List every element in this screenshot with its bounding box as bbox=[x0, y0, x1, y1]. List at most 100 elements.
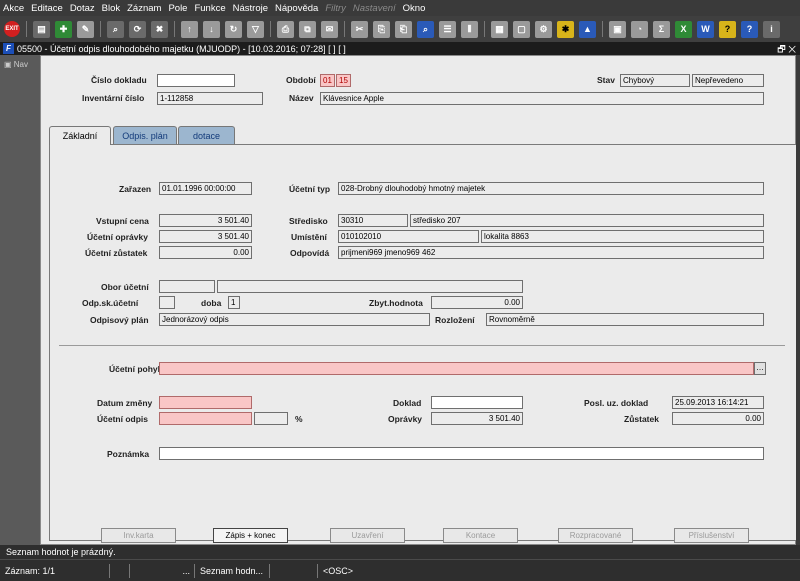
menu-funkce[interactable]: Funkce bbox=[194, 3, 225, 14]
ucetni-pohyb-lov-button[interactable]: … bbox=[754, 362, 766, 375]
ucetni-odpis-field[interactable] bbox=[159, 412, 252, 425]
copy-icon[interactable]: ⎘ bbox=[373, 20, 390, 38]
exit-icon[interactable]: EXIT bbox=[4, 21, 20, 37]
word-icon[interactable]: W bbox=[697, 20, 714, 38]
odpisovy-plan-label: Odpisový plán bbox=[90, 315, 149, 325]
save-icon[interactable]: ▤ bbox=[33, 20, 50, 38]
cut-icon[interactable]: ✂ bbox=[351, 20, 368, 38]
execute-query-icon[interactable]: ⟳ bbox=[129, 20, 146, 38]
context-help-icon[interactable]: ? bbox=[741, 20, 758, 38]
doba-field[interactable]: 1 bbox=[228, 296, 240, 309]
columns-icon[interactable]: ⫴ bbox=[461, 20, 478, 38]
datum-zmeny-field[interactable] bbox=[159, 396, 252, 409]
inventarni-cislo-field[interactable]: 1-112858 bbox=[157, 92, 263, 105]
vstupni-cena-field[interactable]: 3 501.40 bbox=[159, 214, 252, 227]
umisteni-name-field[interactable]: lokalita 8863 bbox=[481, 230, 764, 243]
attachment-icon[interactable]: ⧉ bbox=[299, 20, 316, 38]
sort-asc-icon[interactable]: ↑ bbox=[181, 20, 198, 38]
rozlozeni-label: Rozložení bbox=[435, 315, 475, 325]
obdobi-year-field[interactable]: 15 bbox=[336, 74, 351, 87]
stav-field-1[interactable]: Chybový bbox=[620, 74, 690, 87]
calculator-icon[interactable]: ◔ bbox=[631, 20, 648, 38]
stav-field-2[interactable]: Nepřevedeno bbox=[692, 74, 764, 87]
page-icon[interactable]: ▢ bbox=[513, 20, 530, 38]
mail-icon[interactable]: ✉ bbox=[321, 20, 338, 38]
ucetni-typ-field[interactable]: 028-Drobný dlouhodobý hmotný majetek bbox=[338, 182, 764, 195]
menu-pole[interactable]: Pole bbox=[168, 3, 187, 14]
refresh-icon[interactable]: ↻ bbox=[225, 20, 242, 38]
cislo-dokladu-field[interactable] bbox=[157, 74, 235, 87]
obor-ucetni-name-field[interactable] bbox=[217, 280, 523, 293]
posl-uz-doklad-field[interactable]: 25.09.2013 16:14:21 bbox=[672, 396, 764, 409]
nazev-label: Název bbox=[289, 93, 314, 103]
menu-okno[interactable]: Okno bbox=[403, 3, 426, 14]
tab-dotace[interactable]: dotace bbox=[178, 126, 235, 144]
uzavreni-button[interactable]: Uzavření bbox=[330, 528, 405, 543]
document-icon[interactable]: ▦ bbox=[491, 20, 508, 38]
warning-icon[interactable]: ▲ bbox=[579, 20, 596, 38]
tab-zakladni[interactable]: Základní bbox=[49, 126, 111, 145]
poznamka-field[interactable] bbox=[159, 447, 764, 460]
zarazen-label: Zařazen bbox=[119, 184, 152, 194]
menu-nastroje[interactable]: Nástroje bbox=[233, 3, 268, 14]
ucetni-opravky-field[interactable]: 3 501.40 bbox=[159, 230, 252, 243]
ucetni-odpis-percent-field[interactable] bbox=[254, 412, 288, 425]
poznamka-label: Poznámka bbox=[107, 449, 150, 459]
excel-icon[interactable]: X bbox=[675, 20, 692, 38]
query-icon[interactable]: ⌕ bbox=[107, 20, 124, 38]
settings-icon[interactable]: ⚙ bbox=[535, 20, 552, 38]
star-icon[interactable]: ✱ bbox=[557, 20, 574, 38]
tab-odpis-plan[interactable]: Odpis. plán bbox=[113, 126, 177, 144]
obor-ucetni-code-field[interactable] bbox=[159, 280, 215, 293]
cancel-query-icon[interactable]: ✖ bbox=[151, 20, 168, 38]
vertical-scrollbar[interactable] bbox=[796, 55, 800, 545]
menu-blok[interactable]: Blok bbox=[102, 3, 120, 14]
menu-akce[interactable]: Akce bbox=[3, 3, 24, 14]
calendar-icon[interactable]: ▣ bbox=[609, 20, 626, 38]
odpisovy-plan-field[interactable]: Jednorázový odpis bbox=[159, 313, 430, 326]
kontace-button[interactable]: Kontace bbox=[443, 528, 518, 543]
obdobi-month-field[interactable]: 01 bbox=[320, 74, 335, 87]
menu-dotaz[interactable]: Dotaz bbox=[70, 3, 95, 14]
umisteni-code-field[interactable]: 010102010 bbox=[338, 230, 479, 243]
nav-panel[interactable]: ▣ Nav bbox=[0, 55, 40, 545]
app-icon: F bbox=[3, 43, 14, 54]
stredisko-code-field[interactable]: 30310 bbox=[338, 214, 408, 227]
sum-icon[interactable]: Σ bbox=[653, 20, 670, 38]
menu-zaznam[interactable]: Záznam bbox=[127, 3, 161, 14]
zarazen-field[interactable]: 01.01.1996 00:00:00 bbox=[159, 182, 252, 195]
ucetni-zustatek-field[interactable]: 0.00 bbox=[159, 246, 252, 259]
inventarni-cislo-label: Inventární číslo bbox=[82, 93, 145, 103]
zapis-konec-button[interactable]: Zápis + konec bbox=[213, 528, 288, 543]
search-icon[interactable]: ⌕ bbox=[417, 20, 434, 38]
rozlozeni-field[interactable]: Rovnoměrně bbox=[486, 313, 764, 326]
menu-napoveda[interactable]: Nápověda bbox=[275, 3, 318, 14]
stredisko-name-field[interactable]: středisko 207 bbox=[410, 214, 764, 227]
status-mode: <OSC> bbox=[323, 565, 354, 576]
list-icon[interactable]: ☰ bbox=[439, 20, 456, 38]
delete-record-icon[interactable]: ✎ bbox=[77, 20, 94, 38]
posl-uz-doklad-label: Posl. uz. doklad bbox=[584, 398, 649, 408]
menu-editace[interactable]: Editace bbox=[31, 3, 63, 14]
odpovida-field[interactable]: prijmeni969 jmeno969 462 bbox=[338, 246, 764, 259]
print-icon[interactable]: ⎙ bbox=[277, 20, 294, 38]
odpovida-label: Odpovídá bbox=[290, 248, 330, 258]
insert-record-icon[interactable]: ✚ bbox=[55, 20, 72, 38]
toolbar-separator bbox=[344, 21, 345, 37]
prislusenstvi-button[interactable]: Příslušenství bbox=[674, 528, 749, 543]
sort-desc-icon[interactable]: ↓ bbox=[203, 20, 220, 38]
paste-icon[interactable]: ⎗ bbox=[395, 20, 412, 38]
info-icon[interactable]: i bbox=[763, 20, 780, 38]
opravky-field[interactable]: 3 501.40 bbox=[431, 412, 523, 425]
rozpracovane-button[interactable]: Rozpracované bbox=[558, 528, 633, 543]
help-question-icon[interactable]: ? bbox=[719, 20, 736, 38]
umisteni-label: Umístění bbox=[291, 232, 327, 242]
ucetni-pohyb-field[interactable] bbox=[159, 362, 754, 375]
odp-sk-ucetni-field[interactable] bbox=[159, 296, 175, 309]
filter-icon[interactable]: ▽ bbox=[247, 20, 264, 38]
zbyt-hodnota-field[interactable]: 0.00 bbox=[431, 296, 523, 309]
zustatek-field[interactable]: 0.00 bbox=[672, 412, 764, 425]
nazev-field[interactable]: Klávesnice Apple bbox=[320, 92, 764, 105]
inv-karta-button[interactable]: Inv.karta bbox=[101, 528, 176, 543]
doklad-field[interactable] bbox=[431, 396, 523, 409]
